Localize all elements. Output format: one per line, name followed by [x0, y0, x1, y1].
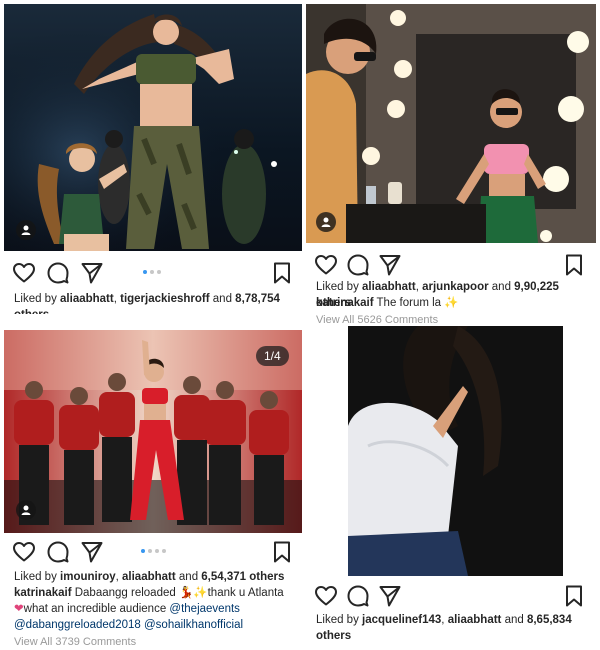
carousel-dot: [148, 549, 152, 553]
user-tag-icon[interactable]: [316, 212, 336, 232]
liked-user-link[interactable]: aliaabhatt: [60, 293, 114, 305]
heart-icon[interactable]: [314, 584, 338, 608]
liked-by-label: Liked by: [316, 281, 363, 293]
post-caption: katrinakaif The forum la ✨: [316, 295, 588, 311]
portrait-illustration: [348, 326, 563, 576]
caption-text: The forum la: [373, 297, 445, 309]
bookmark-icon[interactable]: [270, 261, 294, 285]
sparkles-emoji: ✨: [444, 297, 459, 309]
carousel-dot: [150, 270, 154, 274]
post-actions-3: [4, 540, 302, 566]
carousel-dot: [162, 549, 166, 553]
bookmark-icon[interactable]: [562, 253, 586, 277]
likes-summary: Liked by aliaabhatt, tigerjackieshroff a…: [14, 291, 294, 314]
heart-emoji: ❤: [14, 603, 24, 615]
bookmark-icon[interactable]: [562, 584, 586, 608]
view-comments-link[interactable]: View All 3739 Comments: [14, 636, 136, 648]
post-card-3: 1/4 Liked by imouniroy, aliaabhatt and 6…: [4, 330, 302, 648]
dancer-emoji: 💃: [178, 587, 194, 599]
post-image-2[interactable]: [306, 4, 596, 243]
user-tag-icon[interactable]: [16, 220, 36, 240]
heart-icon[interactable]: [314, 253, 338, 277]
post-card-1: Liked by aliaabhatt, tigerjackieshroff a…: [4, 4, 302, 314]
liked-user-link[interactable]: aliaabhatt: [362, 281, 416, 293]
send-icon[interactable]: [80, 540, 104, 564]
post-actions-4: [306, 584, 596, 610]
comment-icon[interactable]: [346, 253, 370, 277]
caption-text: Dabaangg reloaded: [71, 587, 179, 599]
send-icon[interactable]: [378, 584, 402, 608]
heart-icon[interactable]: [12, 540, 36, 564]
heart-icon[interactable]: [12, 261, 36, 285]
comment-icon[interactable]: [46, 540, 70, 564]
caption-text: what an incredible audience: [23, 603, 170, 615]
post-caption: katrinakaif Dabaangg reloaded 💃✨thank u …: [14, 585, 294, 633]
caption-username[interactable]: katrinakaif: [316, 297, 374, 309]
carousel-indicator: [141, 549, 166, 553]
liked-user-link[interactable]: jacquelinef143: [362, 614, 441, 626]
caption-username[interactable]: katrinakaif: [14, 587, 72, 599]
liked-by-label: Liked by: [14, 571, 61, 583]
mention-link[interactable]: @thejaevents: [169, 603, 240, 615]
mention-link[interactable]: @dabanggreloaded2018: [14, 619, 141, 631]
and-label: and: [175, 571, 202, 583]
liked-by-label: Liked by: [316, 614, 363, 626]
liked-by-label: Liked by: [14, 293, 61, 305]
carousel-dot-active: [143, 270, 147, 274]
post-image-4[interactable]: [348, 326, 563, 576]
and-label: and: [209, 293, 236, 305]
view-comments-link[interactable]: View All 5626 Comments: [316, 314, 438, 324]
send-icon[interactable]: [80, 261, 104, 285]
liked-user-link[interactable]: aliaabhatt: [448, 614, 502, 626]
and-label: and: [501, 614, 527, 626]
caption-text: ✨thank u Atlanta: [193, 587, 284, 599]
likes-summary: Liked by jacquelinef143, aliaabhatt and …: [316, 612, 588, 644]
carousel-dot-active: [141, 549, 145, 553]
send-icon[interactable]: [378, 253, 402, 277]
mirror-selfie-illustration: [306, 4, 596, 243]
and-label: and: [488, 281, 515, 293]
likes-count[interactable]: 6,54,371: [201, 571, 246, 583]
user-tag-icon[interactable]: [16, 500, 36, 520]
post-card-4: Liked by jacquelinef143, aliaabhatt and …: [306, 326, 596, 648]
likes-count[interactable]: 9,90,225: [514, 281, 559, 293]
post-card-2: Liked by aliaabhatt, arjunkapoor and 9,9…: [306, 4, 596, 324]
mention-link[interactable]: @sohailkhanofficial: [144, 619, 243, 631]
comment-icon[interactable]: [46, 261, 70, 285]
likes-others-label[interactable]: others: [14, 309, 49, 314]
likes-count[interactable]: 8,65,834: [527, 614, 572, 626]
post-image-3[interactable]: 1/4: [4, 330, 302, 533]
carousel-indicator: [143, 270, 161, 274]
carousel-dot: [155, 549, 159, 553]
likes-others-label[interactable]: others: [316, 630, 351, 642]
carousel-dot: [157, 270, 161, 274]
likes-summary: Liked by imouniroy, aliaabhatt and 6,54,…: [14, 569, 294, 585]
likes-others-label[interactable]: others: [246, 571, 284, 583]
carousel-counter: 1/4: [256, 346, 289, 366]
post-actions-2: [306, 253, 596, 279]
comment-icon[interactable]: [346, 584, 370, 608]
concert-stage-illustration: [4, 4, 302, 251]
liked-user-link[interactable]: arjunkapoor: [422, 281, 488, 293]
post-image-1[interactable]: [4, 4, 302, 251]
bookmark-icon[interactable]: [270, 540, 294, 564]
liked-user-link[interactable]: imouniroy: [60, 571, 116, 583]
liked-user-link[interactable]: aliaabhatt: [122, 571, 176, 583]
post-actions-1: [4, 261, 302, 287]
likes-count[interactable]: 8,78,754: [235, 293, 280, 305]
liked-user-link[interactable]: tigerjackieshroff: [120, 293, 209, 305]
